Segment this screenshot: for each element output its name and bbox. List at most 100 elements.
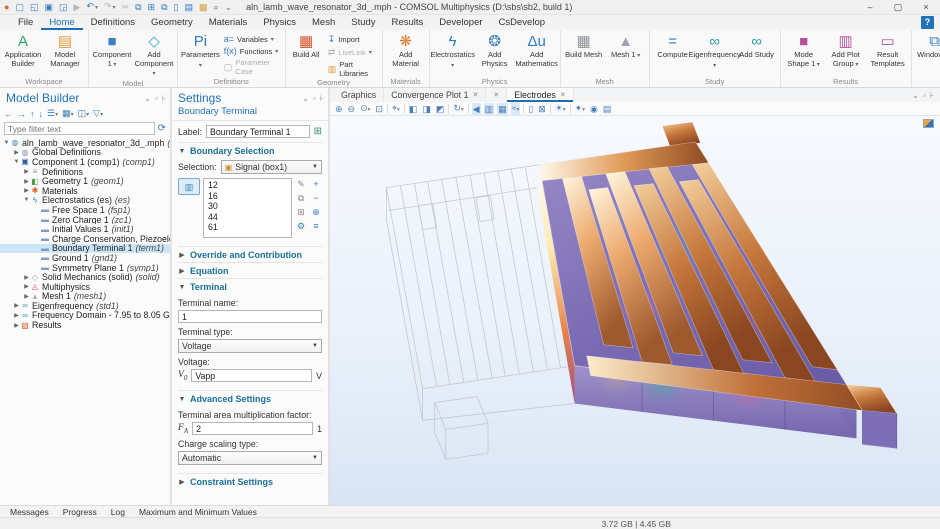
scene-light-icon[interactable]: ☀▾ [554, 102, 567, 116]
view-zx-icon[interactable]: ◩ [435, 103, 446, 115]
tree-expand-icon[interactable]: ▼ [23, 197, 30, 203]
section-override[interactable]: ▶ Override and Contribution [178, 246, 322, 262]
copy-icon[interactable]: ⧉ [135, 1, 141, 14]
charge-scaling-dropdown[interactable]: Automatic ▼ [178, 451, 322, 465]
lock-axes-icon[interactable]: ⊠ [537, 103, 547, 115]
parameters-button[interactable]: PiParameters ▾ [180, 31, 221, 77]
close-tab-icon[interactable]: ✕ [472, 91, 478, 99]
tree-expand-icon[interactable]: ▶ [13, 149, 20, 156]
selection-entity[interactable]: 12 [208, 180, 287, 191]
add-mathematics-button[interactable]: ΔuAdd Mathematics [516, 31, 558, 77]
tree-expand-icon[interactable]: ▶ [13, 322, 20, 329]
menu-tab-geometry[interactable]: Geometry [143, 15, 201, 30]
cut-icon[interactable]: ✂ [122, 1, 130, 14]
forward-icon[interactable]: → [17, 109, 26, 119]
tree-item[interactable]: ▬Ground 1(gnd1) [0, 253, 170, 263]
tree-expand-icon[interactable]: ▶ [13, 312, 20, 319]
close-panel-icon[interactable]: ⊦ [930, 91, 934, 100]
application-builder-button[interactable]: AApplication Builder [2, 31, 44, 77]
environment-icon[interactable]: ✦▾ [574, 102, 586, 116]
tree-item[interactable]: ▬Initial Values 1(init1) [0, 224, 170, 234]
menu-tab-developer[interactable]: Developer [431, 15, 490, 30]
move-up-icon[interactable]: ↑ [30, 109, 35, 119]
menu-tab-csdevelop[interactable]: CsDevelop [491, 15, 553, 30]
duplicate-icon[interactable]: ⧉ [161, 1, 167, 14]
tree-item[interactable]: ▼▣Component 1 (comp1)(comp1) [0, 157, 170, 167]
terminal-type-dropdown[interactable]: Voltage ▼ [178, 339, 322, 353]
graphics-canvas[interactable] [330, 116, 940, 505]
close-tab-icon[interactable]: ✕ [560, 91, 566, 99]
float-panel-icon[interactable]: ▫ [155, 94, 158, 103]
create-selection-icon[interactable]: ⚙ [295, 221, 307, 234]
help-button[interactable]: ? [921, 16, 934, 29]
part-libraries-button[interactable]: ▥Part Libraries [326, 60, 379, 78]
tree-item[interactable]: ▬Free Space 1(fsp1) [0, 205, 170, 215]
paint-selection-icon[interactable]: ✎ [295, 179, 307, 192]
selection-active-toggle[interactable]: ▥ [178, 178, 200, 195]
tree-item[interactable]: ▶▲Mesh 1(mesh1) [0, 292, 170, 302]
build-all-button[interactable]: ▦Build All [288, 31, 325, 78]
show-options-icon[interactable]: ◫▾ [78, 108, 90, 119]
resonator-3d-plot[interactable] [330, 116, 940, 505]
tree-expand-icon[interactable]: ▶ [23, 168, 30, 175]
menu-tab-definitions[interactable]: Definitions [83, 15, 143, 30]
tree-item[interactable]: ▬Charge Conservation, Piezoelectric 1(cc… [0, 234, 170, 244]
view-xy-icon[interactable]: ◧ [408, 103, 419, 115]
tree-expand-icon[interactable]: ▼ [3, 140, 10, 146]
float-panel-icon[interactable]: ▫ [923, 91, 926, 100]
tree-item[interactable]: ▬Boundary Terminal 1(term1) [0, 244, 170, 254]
menu-tab-study[interactable]: Study [343, 15, 383, 30]
collapse-all-icon[interactable]: ☰▾ [47, 108, 58, 119]
zoom-extents-icon[interactable]: ⊡ [374, 103, 384, 115]
zoom-out-icon[interactable]: ⊖ [347, 103, 357, 115]
remove-selection-icon[interactable]: − [310, 193, 322, 206]
add-physics-button[interactable]: ❂Add Physics [474, 31, 516, 77]
minimize-button[interactable]: – [856, 0, 884, 14]
menu-tab-materials[interactable]: Materials [201, 15, 256, 30]
tree-expand-icon[interactable]: ▶ [23, 178, 30, 185]
model-manager-icon[interactable]: ▤ [184, 1, 193, 14]
tree-item[interactable]: ▶◍Global Definitions [0, 148, 170, 158]
close-panel-icon[interactable]: ⊦ [162, 94, 166, 103]
tree-expand-icon[interactable]: ▶ [13, 302, 20, 309]
rotate-view-icon[interactable]: ↻▾ [452, 102, 464, 116]
maximize-button[interactable]: ▢ [884, 0, 912, 14]
back-icon[interactable]: ← [4, 109, 13, 119]
close-button[interactable]: × [912, 0, 940, 14]
paste-selection-icon[interactable]: ⊞ [295, 207, 307, 220]
build-mesh-button[interactable]: ▦Build Mesh [563, 31, 605, 77]
functions-button[interactable]: f(x)Functions▾ [222, 46, 282, 56]
menu-tab-file[interactable]: File [10, 15, 41, 30]
snapshot-icon[interactable]: ◉ [589, 103, 599, 115]
tree-expand-icon[interactable]: ▼ [13, 159, 20, 165]
section-advanced[interactable]: ▼ Advanced Settings [178, 390, 322, 406]
panel-menu-icon[interactable]: ⌄ [144, 94, 151, 103]
redo-icon[interactable]: ↷▾ [104, 0, 116, 15]
compute-button[interactable]: =Compute [652, 31, 694, 77]
tree-filter-input[interactable] [4, 122, 155, 135]
tree-item[interactable]: ▼◍aln_lamb_wave_resonator_3d_.mph(root) [0, 138, 170, 148]
menu-tab-results[interactable]: Results [384, 15, 432, 30]
menu-tab-home[interactable]: Home [41, 15, 82, 30]
tree-expand-icon[interactable]: ▶ [23, 187, 30, 194]
paste-icon[interactable]: ⊞ [148, 1, 156, 14]
compare-icon[interactable]: ▩ [199, 1, 208, 14]
color-legend-icon[interactable]: ▯ [527, 103, 534, 115]
tree-expand-icon[interactable]: ▶ [23, 274, 30, 281]
graphics-tab-graphics[interactable]: Graphics [334, 88, 384, 102]
add-material-button[interactable]: ❋Add Material [385, 31, 427, 77]
model-manager-button[interactable]: ▤Model Manager [44, 31, 86, 77]
zoom-in-icon[interactable]: ⊕ [334, 103, 344, 115]
wireframe-icon[interactable]: ▦ [497, 103, 508, 115]
run-icon[interactable]: ▶ [74, 1, 81, 14]
add-selection-icon[interactable]: + [310, 179, 322, 192]
plot-settings-icon[interactable]: ≈▾ [511, 102, 521, 116]
new-file-icon[interactable]: ▢ [15, 1, 24, 14]
filter-icon[interactable]: ▽▾ [93, 108, 103, 119]
rename-icon[interactable]: ⊞ [314, 126, 322, 137]
open-file-icon[interactable]: ◱ [30, 1, 39, 14]
search-icon[interactable]: ⌕ [214, 1, 219, 14]
print-icon[interactable]: ▤ [602, 103, 613, 115]
windows-button[interactable]: ⧉Windows ▾ [914, 31, 940, 77]
zoom-box-icon[interactable]: ⊙▾ [359, 102, 371, 116]
